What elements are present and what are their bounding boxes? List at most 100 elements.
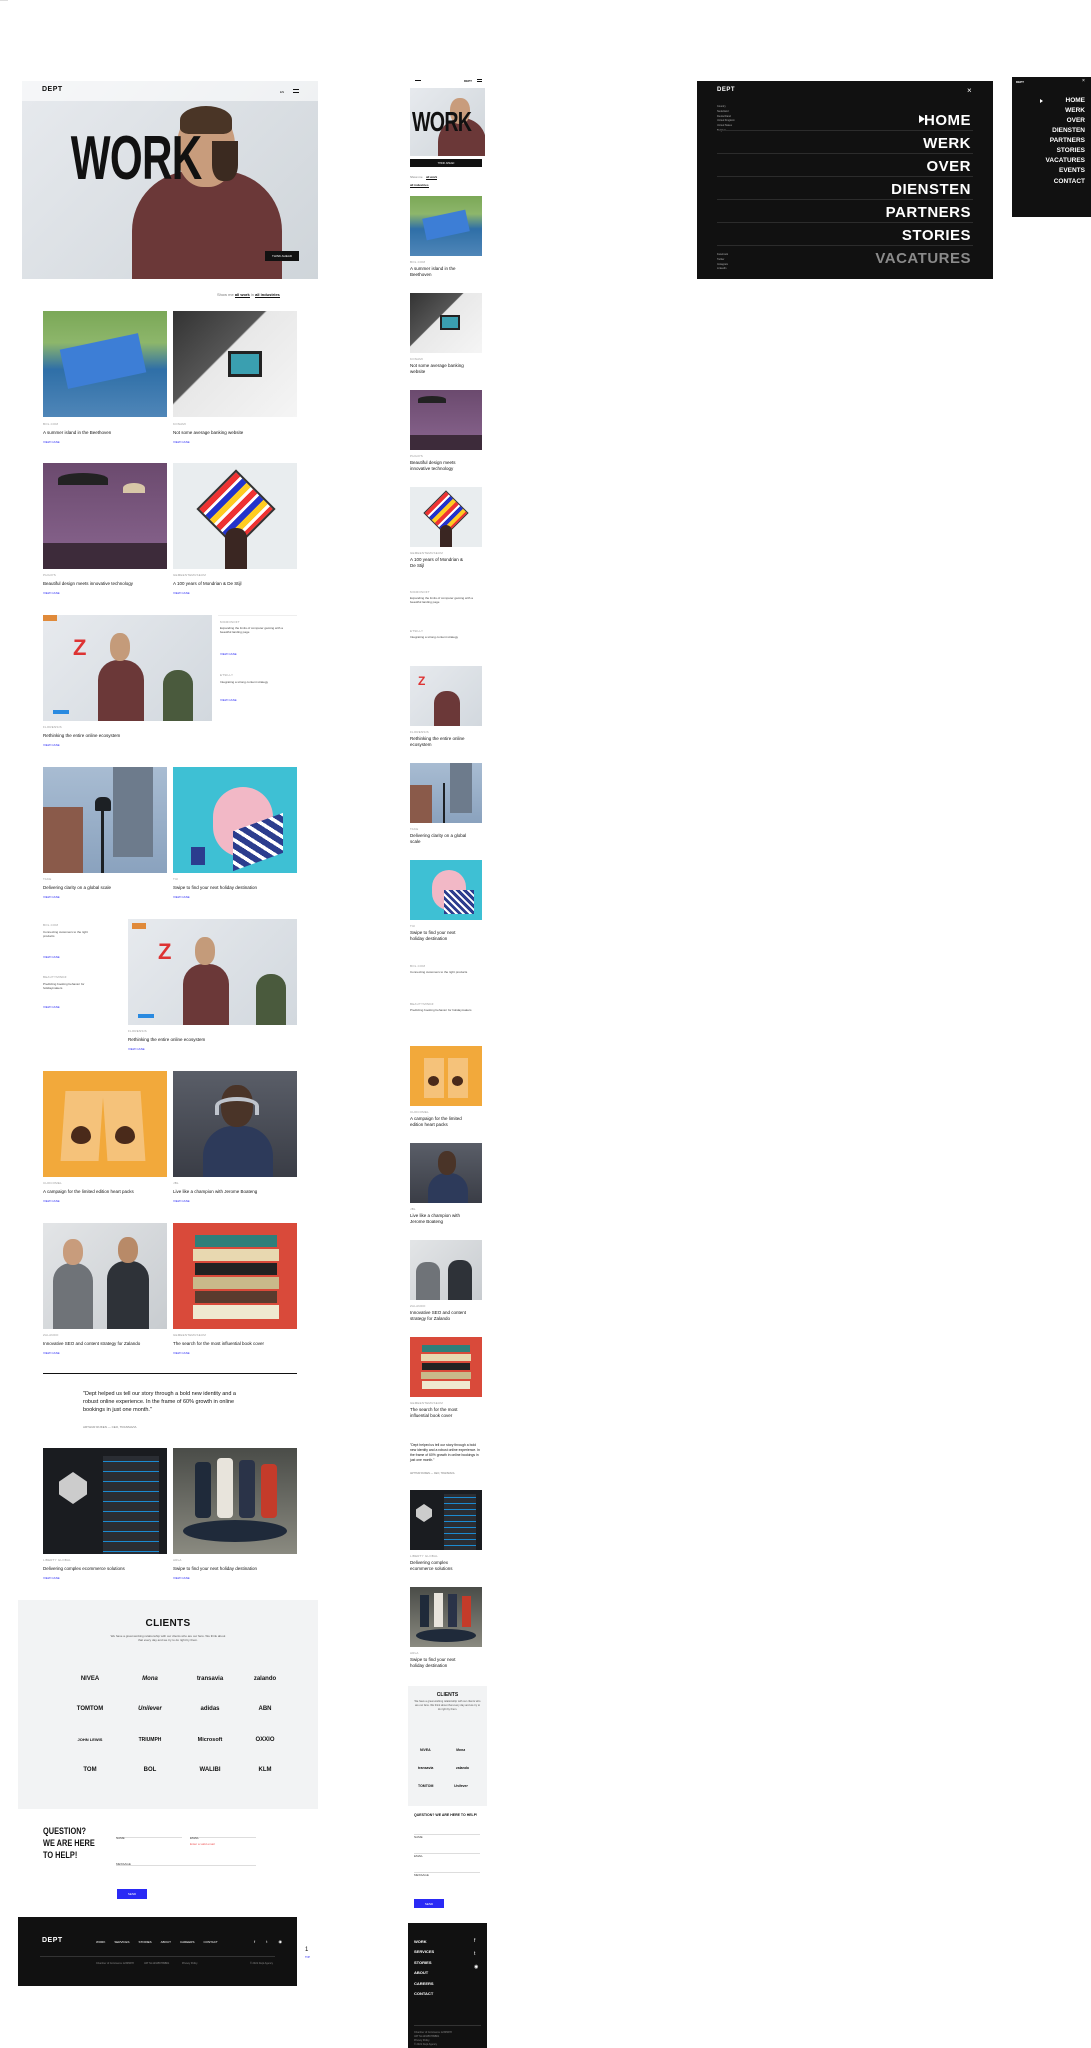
- menu-item[interactable]: DIENSTEN: [1046, 126, 1085, 136]
- menu-logo[interactable]: DEPT: [717, 87, 735, 93]
- dept-logo[interactable]: DEPT: [42, 86, 63, 93]
- footer-nav-item[interactable]: CONTACT: [414, 1989, 434, 1999]
- case-title[interactable]: A summer island in the Beethoven: [410, 266, 470, 278]
- case-title[interactable]: Beautiful design meets innovative techno…: [410, 460, 470, 472]
- case-title[interactable]: The search for the most influential book…: [173, 1341, 293, 1347]
- case-image[interactable]: [410, 293, 482, 353]
- footer-nav-item[interactable]: STORIES: [414, 1958, 434, 1968]
- case-image[interactable]: [410, 1587, 482, 1647]
- case-image[interactable]: Z: [128, 919, 297, 1025]
- mobile-send-button[interactable]: SEND: [414, 1899, 444, 1908]
- case-title[interactable]: Delivering complex ecommerce solutions: [410, 1560, 470, 1572]
- view-case-link[interactable]: VIEW CASE: [43, 743, 60, 747]
- case-title[interactable]: Delivering complex ecommerce solutions: [43, 1566, 163, 1572]
- mobile-name-field[interactable]: NAME: [414, 1825, 480, 1839]
- menu-item-stories[interactable]: STORIES: [902, 227, 971, 244]
- email-field[interactable]: EMAIL: [190, 1826, 256, 1840]
- hamburger-icon[interactable]: [477, 79, 482, 82]
- menu-item[interactable]: HOME: [1046, 96, 1086, 106]
- lang-switch[interactable]: EN: [280, 90, 284, 94]
- case-title[interactable]: Not some average banking website: [410, 363, 470, 375]
- case-image[interactable]: [43, 767, 167, 873]
- footer-logo[interactable]: DEPT: [42, 1937, 63, 1944]
- back-to-top-link[interactable]: TOP: [305, 1956, 310, 1959]
- case-image[interactable]: [43, 1448, 167, 1554]
- footer-nav-item[interactable]: WORK: [96, 1940, 105, 1944]
- view-case-link[interactable]: VIEW CASE: [173, 895, 190, 899]
- menu-item[interactable]: EVENTS: [1046, 166, 1085, 176]
- case-image[interactable]: [410, 1490, 482, 1550]
- hero-cta-button[interactable]: THINK AHEAD: [265, 251, 299, 261]
- menu-item[interactable]: STORIES: [1046, 146, 1085, 156]
- footer-social-icons[interactable]: f t ◉: [254, 1939, 287, 1944]
- case-title[interactable]: A campaign for the limited edition heart…: [410, 1116, 470, 1128]
- case-title[interactable]: Rethinking the entire online ecosystem: [128, 1037, 288, 1043]
- menu-item[interactable]: VACATURES: [1046, 156, 1085, 166]
- menu-item-over[interactable]: OVER: [926, 158, 971, 175]
- menu-item[interactable]: WERK: [1046, 106, 1085, 116]
- case-title[interactable]: A 100 years of Mondrian & De Stijl: [410, 557, 470, 569]
- case-image[interactable]: [410, 763, 482, 823]
- case-title[interactable]: Rethinking the entire online ecosystem: [410, 736, 470, 748]
- view-case-link[interactable]: VIEW CASE: [43, 1576, 60, 1580]
- view-case-link[interactable]: VIEW CASE: [43, 1005, 60, 1009]
- menu-item[interactable]: OVER: [1046, 116, 1085, 126]
- view-case-link[interactable]: VIEW CASE: [173, 1199, 190, 1203]
- case-title[interactable]: Delivering clarity on a global scale: [43, 885, 163, 891]
- case-image[interactable]: Z: [43, 615, 212, 721]
- view-case-link[interactable]: VIEW CASE: [173, 440, 190, 444]
- mobile-menu-logo[interactable]: DEPT: [1016, 80, 1024, 84]
- footer-nav-item[interactable]: WORK: [414, 1937, 434, 1947]
- case-title[interactable]: Live like a champion with Jerome Boateng: [173, 1189, 293, 1195]
- footer-nav-item[interactable]: STORIES: [138, 1940, 151, 1944]
- menu-item-diensten[interactable]: DIENSTEN: [891, 181, 971, 198]
- social-link[interactable]: LinkedIn: [717, 267, 728, 272]
- mobile-filter-industry[interactable]: all industries: [410, 183, 429, 188]
- view-case-link[interactable]: VIEW CASE: [220, 698, 237, 702]
- case-image[interactable]: [43, 311, 167, 417]
- case-title[interactable]: Swipe to find your next holiday destinat…: [173, 1566, 293, 1572]
- footer-nav-item[interactable]: SERVICES: [414, 1947, 434, 1957]
- close-icon[interactable]: ×: [967, 86, 972, 95]
- mobile-logo-mark[interactable]: [415, 80, 421, 81]
- case-title[interactable]: Swipe to find your next holiday destinat…: [410, 1657, 470, 1669]
- mobile-hero-cta[interactable]: THINK AHEAD: [410, 159, 482, 167]
- case-image[interactable]: [173, 311, 297, 417]
- mobile-email-field[interactable]: EMAIL: [414, 1844, 480, 1858]
- case-image[interactable]: [410, 487, 482, 547]
- footer-nav-item[interactable]: CAREERS: [180, 1940, 195, 1944]
- case-image[interactable]: [173, 1071, 297, 1177]
- page-number[interactable]: 1: [305, 1947, 308, 1953]
- case-image[interactable]: [410, 1337, 482, 1397]
- case-image[interactable]: [43, 1071, 167, 1177]
- view-case-link[interactable]: VIEW CASE: [43, 895, 60, 899]
- case-title[interactable]: A 100 years of Mondrian & De Stijl: [173, 581, 293, 587]
- view-case-link[interactable]: VIEW CASE: [220, 652, 237, 656]
- view-case-link[interactable]: VIEW CASE: [173, 1351, 190, 1355]
- case-title[interactable]: Swipe to find your next holiday destinat…: [173, 885, 293, 891]
- menu-item-vacatures[interactable]: VACATURES: [875, 250, 971, 267]
- case-image[interactable]: [43, 463, 167, 569]
- view-case-link[interactable]: VIEW CASE: [43, 1351, 60, 1355]
- case-image[interactable]: Z: [410, 666, 482, 726]
- footer-nav-item[interactable]: CAREERS: [414, 1979, 434, 1989]
- view-case-link[interactable]: VIEW CASE: [43, 440, 60, 444]
- view-case-link[interactable]: VIEW CASE: [43, 955, 60, 959]
- menu-item-partners[interactable]: PARTNERS: [886, 204, 971, 221]
- mobile-filter-category[interactable]: all work: [426, 175, 438, 180]
- name-field[interactable]: NAME: [116, 1826, 182, 1840]
- menu-item-werk[interactable]: WERK: [923, 135, 971, 152]
- footer-nav-item[interactable]: CONTACT: [203, 1940, 217, 1944]
- case-title[interactable]: Swipe to find your next holiday destinat…: [410, 930, 470, 942]
- message-field[interactable]: MESSAGE: [116, 1852, 256, 1866]
- case-title[interactable]: The search for the most influential book…: [410, 1407, 470, 1419]
- case-title[interactable]: A summer island in the Beethoven: [43, 430, 163, 436]
- view-case-link[interactable]: VIEW CASE: [128, 1047, 145, 1051]
- menu-item[interactable]: PARTNERS: [1046, 136, 1085, 146]
- footer-nav-item[interactable]: ABOUT: [161, 1940, 171, 1944]
- case-image[interactable]: [173, 1448, 297, 1554]
- case-image[interactable]: [173, 463, 297, 569]
- case-title[interactable]: Innovative SEO and content strategy for …: [43, 1341, 163, 1347]
- case-title[interactable]: Innovative SEO and content strategy for …: [410, 1310, 470, 1322]
- view-case-link[interactable]: VIEW CASE: [43, 591, 60, 595]
